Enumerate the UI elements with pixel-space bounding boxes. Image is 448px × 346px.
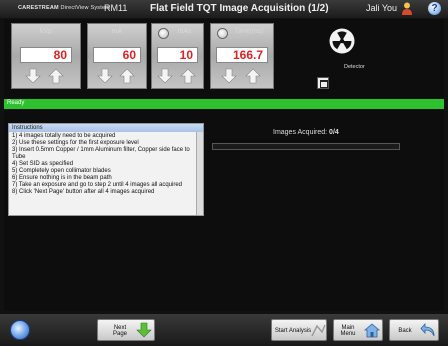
kvp-decrease-arrow-icon[interactable]: [25, 68, 41, 84]
mas-decrease-arrow-icon[interactable]: [157, 68, 173, 84]
time-label: Time(ms): [234, 28, 264, 35]
time-increase-arrow-icon[interactable]: [245, 68, 261, 84]
images-acquired-count: 0/4: [329, 129, 339, 136]
analysis-icon: [311, 324, 326, 337]
home-icon: [364, 323, 380, 338]
acquisition-progress-bar: [212, 143, 400, 150]
brand-text: CARESTREAM DirectView System: [18, 5, 110, 11]
status-bar: Ready: [4, 99, 444, 109]
kvp-setting: kVp 80: [11, 23, 81, 89]
instructions-panel[interactable]: Instructions 1) 4 images totally need to…: [8, 123, 204, 216]
main-menu-button[interactable]: Main Menu: [333, 319, 383, 341]
title-bar: CARESTREAM DirectView System RM11 Flat F…: [0, 0, 448, 18]
mas-setting: mAs 10: [151, 23, 204, 89]
ma-label: mA: [111, 28, 123, 35]
instructions-header: Instructions: [9, 124, 203, 132]
start-analysis-label: Start Analysis: [274, 328, 312, 334]
carestream-logo-icon[interactable]: [10, 320, 30, 340]
instructions-body: 1) 4 images totally need to be acquired …: [12, 133, 195, 196]
kvp-value[interactable]: 80: [20, 47, 72, 63]
time-value[interactable]: 166.7: [216, 47, 268, 63]
ma-decrease-arrow-icon[interactable]: [97, 68, 113, 84]
down-arrow-icon: [136, 322, 152, 338]
next-page-label: Next Page: [112, 325, 127, 337]
instruction-line: 5) Completely open collimator blades: [12, 168, 111, 174]
back-label: Back: [398, 328, 412, 334]
kvp-label: kVp: [39, 28, 53, 35]
back-arrow-icon: [420, 322, 435, 337]
kvp-increase-arrow-icon[interactable]: [48, 68, 64, 84]
images-acquired-label: Images Acquired: 0/4: [273, 129, 339, 136]
instructions-scrollbar[interactable]: [196, 132, 203, 215]
mas-increase-arrow-icon[interactable]: [180, 68, 196, 84]
instruction-line: 1) 4 images totally need to be acquired: [12, 133, 116, 139]
radiation-detector-icon: [329, 28, 355, 54]
user-icon[interactable]: [401, 2, 413, 15]
next-page-button[interactable]: Next Page: [97, 319, 155, 341]
user-name: Jali You: [366, 3, 398, 13]
time-setting: Time(ms) 166.7: [210, 23, 274, 89]
instruction-line: 8) Click 'Next Page' button after all 4 …: [12, 189, 155, 195]
page-title: Flat Field TQT Image Acquisition (1/2): [150, 3, 329, 14]
mas-value[interactable]: 10: [157, 47, 198, 63]
detector-select-button[interactable]: [317, 77, 329, 89]
start-analysis-button[interactable]: Start Analysis: [271, 319, 327, 341]
ma-increase-arrow-icon[interactable]: [119, 68, 135, 84]
instruction-line: 6) Ensure nothing is in the beam path: [12, 175, 112, 181]
help-icon[interactable]: ?: [428, 2, 441, 15]
mas-label: mAs: [177, 28, 192, 35]
back-button[interactable]: Back: [389, 319, 439, 341]
instruction-line: 7) Take an exposure and go to step 2 unt…: [12, 182, 182, 188]
detector-label: Detector: [344, 64, 365, 70]
instruction-line: 4) Set SID as specified: [12, 161, 74, 167]
instruction-line: 3) Insert 0.5mm Copper / 1mm Aluminum fi…: [12, 147, 190, 160]
main-menu-label: Main Menu: [340, 325, 356, 337]
instruction-line: 2) Use these settings for the first expo…: [12, 140, 139, 146]
time-decrease-arrow-icon[interactable]: [221, 68, 237, 84]
ma-setting: mA 60: [87, 23, 147, 89]
status-text: Ready: [7, 100, 25, 106]
ma-value[interactable]: 60: [93, 47, 141, 63]
room-label: RM11: [104, 3, 128, 13]
